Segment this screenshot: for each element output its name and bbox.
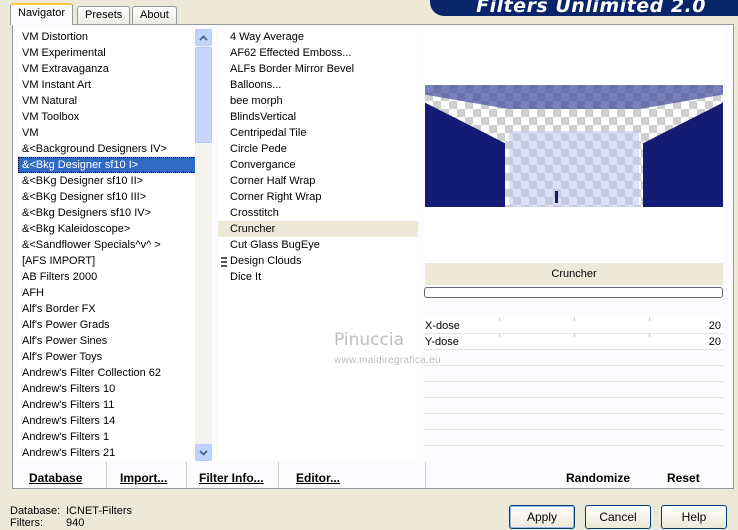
cancel-button[interactable]: Cancel [585, 505, 651, 529]
filter-item[interactable]: BlindsVertical [218, 109, 418, 125]
status-info: Database: ICNET-Filters Filters: 940 [10, 505, 132, 529]
filter-item[interactable]: AF62 Effected Emboss... [218, 45, 418, 61]
filter-item[interactable]: Cut Glass BugEye [218, 237, 418, 253]
category-item[interactable]: &<Bkg Designer sf10 I> [18, 157, 212, 173]
filter-item[interactable]: Balloons... [218, 77, 418, 93]
filter-item[interactable]: Corner Half Wrap [218, 173, 418, 189]
category-list[interactable]: VM Distortion VM Experimental VM Extravaga… [18, 29, 212, 461]
chevron-up-icon [199, 34, 208, 41]
database-button[interactable]: Database [29, 470, 82, 486]
tab-about[interactable]: About [132, 6, 177, 24]
category-item[interactable]: Alf's Border FX [18, 301, 212, 317]
preview-image [425, 85, 723, 207]
category-item[interactable]: Andrew's Filters 10 [18, 381, 212, 397]
filter-item[interactable]: 4 Way Average [218, 29, 418, 45]
category-item[interactable]: VM Instant Art [18, 77, 212, 93]
category-item[interactable]: VM Toolbox [18, 109, 212, 125]
param-label: Y-dose [425, 336, 459, 348]
param-row-x-dose[interactable]: X-dose 20 [424, 318, 723, 334]
category-item[interactable]: VM Experimental [18, 45, 212, 61]
category-item[interactable]: VM Extravaganza [18, 61, 212, 77]
category-item[interactable]: &<Bkg Kaleidoscope> [18, 221, 212, 237]
parameter-list: X-dose 20 Y-dose 20 [424, 318, 723, 446]
param-row-empty [424, 414, 723, 430]
filter-item[interactable]: Convergance [218, 157, 418, 173]
filter-item[interactable]: Circle Pede [218, 141, 418, 157]
database-label: Database: [10, 505, 61, 517]
filter-info-button[interactable]: Filter Info... [199, 470, 264, 486]
category-item[interactable]: VM [18, 125, 212, 141]
category-item[interactable]: &<Bkg Designers sf10 IV> [18, 205, 212, 221]
category-item[interactable]: Andrew's Filters 21 [18, 445, 212, 461]
import-button[interactable]: Import... [120, 470, 167, 486]
category-item[interactable]: [AFS IMPORT] [18, 253, 212, 269]
filter-item[interactable]: Corner Right Wrap [218, 189, 418, 205]
database-value: ICNET-Filters [66, 505, 132, 517]
apply-button[interactable]: Apply [509, 505, 575, 529]
param-row-empty [424, 350, 723, 366]
preview-area [425, 29, 723, 260]
filter-item[interactable]: bee morph [218, 93, 418, 109]
editor-button[interactable]: Editor... [296, 470, 340, 486]
category-item[interactable]: Andrew's Filters 14 [18, 413, 212, 429]
category-item[interactable]: &<BKg Designer sf10 III> [18, 189, 212, 205]
category-item[interactable]: &<Background Designers IV> [18, 141, 212, 157]
category-item[interactable]: VM Natural [18, 93, 212, 109]
filters-count-value: 940 [66, 517, 85, 529]
chevron-down-icon [199, 449, 208, 456]
param-row-y-dose[interactable]: Y-dose 20 [424, 334, 723, 350]
category-item[interactable]: AB Filters 2000 [18, 269, 212, 285]
tab-navigator[interactable]: Navigator [10, 3, 74, 25]
filter-item[interactable]: Design Clouds [218, 253, 418, 269]
scroll-thumb[interactable] [195, 47, 212, 143]
title-banner: Filters Unlimited 2.0 [430, 0, 738, 16]
category-item[interactable]: Alf's Power Toys [18, 349, 212, 365]
category-item[interactable]: &<BKg Designer sf10 II> [18, 173, 212, 189]
category-item[interactable]: Alf's Power Grads [18, 317, 212, 333]
banner-title: Filters Unlimited 2.0 [476, 0, 706, 16]
tab-presets[interactable]: Presets [77, 6, 131, 24]
param-row-empty [424, 382, 723, 398]
filters-count-label: Filters: [10, 517, 43, 529]
param-row-empty [424, 398, 723, 414]
splitter-grip-icon[interactable] [221, 257, 227, 269]
filter-item[interactable]: ALFs Border Mirror Bevel [218, 61, 418, 77]
param-row-empty [424, 430, 723, 446]
help-button[interactable]: Help [661, 505, 727, 529]
param-row-empty [424, 366, 723, 382]
param-value: 20 [708, 336, 721, 348]
progress-bar [424, 287, 723, 298]
category-item[interactable]: Andrew's Filters 1 [18, 429, 212, 445]
scroll-up-button[interactable] [195, 29, 212, 46]
randomize-button[interactable]: Randomize [566, 470, 630, 486]
category-item[interactable]: VM Distortion [18, 29, 212, 45]
reset-button[interactable]: Reset [667, 470, 700, 486]
filter-list[interactable]: 4 Way Average AF62 Effected Emboss... ALFs… [218, 29, 418, 461]
category-item[interactable]: Alf's Power Sines [18, 333, 212, 349]
category-scrollbar[interactable] [195, 29, 212, 461]
category-item[interactable]: AFH [18, 285, 212, 301]
filter-item[interactable]: Crosstitch [218, 205, 418, 221]
scroll-down-button[interactable] [195, 444, 212, 461]
param-label: X-dose [425, 320, 460, 332]
category-item[interactable]: Andrew's Filter Collection 62 [18, 365, 212, 381]
filter-item[interactable]: Cruncher [218, 221, 418, 237]
category-item[interactable]: Andrew's Filters 11 [18, 397, 212, 413]
category-item[interactable]: &<Sandflower Specials^v^ > [18, 237, 212, 253]
filter-item[interactable]: Dice It [218, 269, 418, 285]
param-value: 20 [708, 320, 721, 332]
selected-filter-name: Cruncher [425, 263, 723, 285]
filter-item[interactable]: Centripedal Tile [218, 125, 418, 141]
